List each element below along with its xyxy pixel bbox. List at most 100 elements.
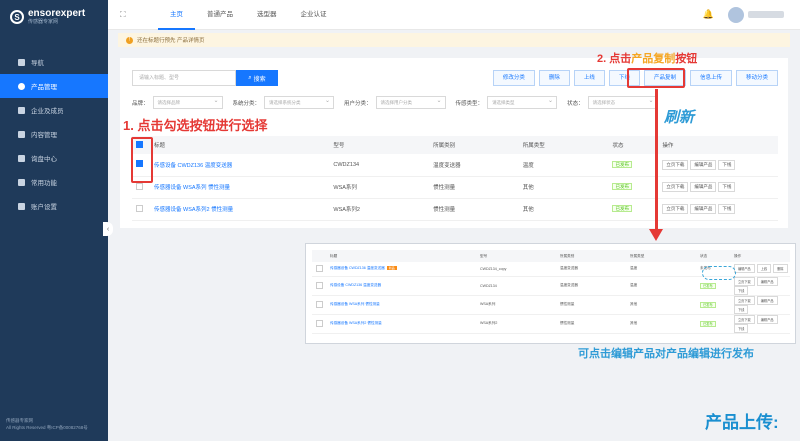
preview-op-button-1[interactable]: 编辑产品: [756, 295, 778, 305]
collapse-sidebar-icon[interactable]: ‹: [103, 222, 113, 236]
preview-op-button-1[interactable]: 上线: [756, 264, 772, 274]
preview-op-button-0[interactable]: 编辑产品: [734, 264, 755, 274]
filter-label: 传感类型：: [455, 100, 484, 107]
arrow-down-icon: [649, 229, 663, 241]
preview-op-button-1[interactable]: 编辑产品: [756, 314, 778, 324]
footer-line-1: 传感器专家网: [6, 418, 33, 423]
notice-text: 还在标题行预先 产品详情页: [137, 38, 205, 44]
info-icon: !: [126, 36, 133, 44]
filter-label: 系统分类：: [232, 100, 261, 107]
preview-op-button-1[interactable]: 编辑产品: [756, 276, 778, 286]
preview-op-button-0[interactable]: 立页下载: [734, 295, 755, 305]
sidebar-item-inquiry[interactable]: 询盘中心: [0, 146, 108, 170]
preview-title-cell[interactable]: 传感设备 CWDZ136 温度变送器: [326, 276, 476, 296]
preview-op-button-0[interactable]: 立页下载: [734, 276, 755, 286]
filter-select[interactable]: 请选择品牌: [152, 96, 223, 109]
username-blurred[interactable]: [748, 11, 784, 18]
preview-table: 标题 型号 所属类别 所属类型 状态 操作 传感器设备 CWDZ136 温度变送器 新品 CW…: [312, 250, 790, 334]
preview-op-button-2[interactable]: 删除: [773, 264, 788, 274]
preview-op-button-2[interactable]: 下线: [734, 304, 749, 314]
sidebar-item-home[interactable]: 导航: [0, 50, 108, 74]
filter-label: 品牌：: [132, 100, 149, 107]
filter-select[interactable]: 请选择类型: [487, 96, 558, 109]
product-title-link[interactable]: 传感器设备 WSA系列 惯性测量: [149, 176, 330, 199]
preview-op-button-2[interactable]: 下线: [734, 323, 749, 333]
filter-select[interactable]: 请选择系统分类: [264, 96, 335, 109]
search-button[interactable]: ⌕ 搜索: [236, 70, 278, 86]
preview-title-link[interactable]: 传感器设备 WSA系列2 惯性测量: [330, 321, 382, 325]
product-title-link[interactable]: 传感器设备 WSA系列2 惯性测量: [149, 198, 330, 221]
preview-title-cell[interactable]: 传感器设备 WSA系列 惯性测量: [326, 295, 476, 315]
row-checkbox[interactable]: [136, 182, 143, 190]
op-button-1[interactable]: 编辑产品: [690, 159, 717, 170]
settings-icon: [18, 202, 25, 210]
product-category: 惯性测量: [429, 198, 519, 221]
product-table: 标题 型号 所属类别 所属类型 状态 操作 传感设备 CWDZ136 温度变送器 CWDZ1…: [132, 136, 778, 221]
filter-select[interactable]: 请选择用户分类: [375, 96, 446, 109]
filter-label: 状态：: [567, 100, 584, 107]
op-button-0[interactable]: 立页下载: [662, 159, 689, 170]
sidebar: S ensorexpert 传感器专家网 导航 产品管理 企业及成员 内容管理 询盘中心…: [0, 0, 108, 441]
op-button-2[interactable]: 下线: [718, 182, 736, 192]
search-row: 请输入标题、型号 ⌕ 搜索: [132, 70, 278, 86]
preview-op-button-0[interactable]: 立页下载: [734, 314, 755, 324]
avatar[interactable]: [728, 7, 744, 23]
row-checkbox[interactable]: [136, 204, 143, 212]
bell-icon[interactable]: 🔔: [703, 9, 714, 20]
column-header: 所属类别: [429, 136, 519, 154]
preview-title-link[interactable]: 传感器设备 CWDZ136 温度变送器: [330, 266, 385, 270]
preview-table-header: 标题 型号 所属类别 所属类型 状态 操作: [312, 250, 790, 262]
op-button-1[interactable]: 编辑产品: [690, 204, 717, 214]
tab-0[interactable]: 主页: [158, 0, 195, 30]
ops-cell: 立页下载 编辑产品 下线: [658, 198, 778, 221]
preview-ops-cell: 立页下载 编辑产品下线: [730, 276, 790, 296]
preview-row-checkbox[interactable]: [316, 300, 323, 308]
sidebar-item-company[interactable]: 企业及成员: [0, 98, 108, 122]
product-model: CWDZ134: [329, 154, 430, 177]
edit-hint-annotation: 可点击编辑产品对产品编辑进行发布: [578, 348, 754, 360]
preview-status-cell: 已发布: [696, 295, 730, 315]
op-button-0[interactable]: 立页下载: [662, 204, 689, 214]
preview-category: 温度变送器: [556, 262, 626, 277]
preview-checkbox-cell: [312, 295, 326, 315]
sidebar-item-tools[interactable]: 常用功能: [0, 170, 108, 194]
filter-select[interactable]: 请选择状态: [587, 96, 658, 109]
op-button-0[interactable]: 立页下载: [662, 182, 689, 192]
sidebar-item-content[interactable]: 内容管理: [0, 122, 108, 146]
preview-title-cell[interactable]: 传感器设备 WSA系列2 惯性测量: [326, 314, 476, 334]
preview-type: 温度: [626, 276, 696, 296]
preview-title-link[interactable]: 传感设备 CWDZ136 温度变送器: [330, 283, 381, 287]
preview-column-header: 标题: [326, 250, 476, 262]
preview-model: WSA系列: [476, 295, 556, 315]
action-button-5[interactable]: 信息上传: [689, 70, 732, 86]
tab-3[interactable]: 企业认证: [289, 0, 339, 30]
preview-status: 已发布: [700, 283, 716, 289]
action-button-1[interactable]: 删除: [538, 70, 570, 86]
preview-ops-cell: 立页下载 编辑产品下线: [730, 314, 790, 334]
preview-title-cell[interactable]: 传感器设备 CWDZ136 温度变送器 新品: [326, 262, 476, 277]
preview-title-link[interactable]: 传感器设备 WSA系列 惯性测量: [330, 302, 380, 306]
fullscreen-icon[interactable]: ⛶: [120, 10, 138, 20]
sidebar-item-label: 询盘中心: [31, 156, 57, 163]
sidebar-item-product[interactable]: 产品管理: [0, 74, 108, 98]
preview-row-checkbox[interactable]: [316, 319, 323, 327]
op-button-2[interactable]: 下线: [718, 204, 736, 214]
preview-op-button-2[interactable]: 下线: [734, 285, 749, 295]
search-input[interactable]: 请输入标题、型号: [132, 70, 236, 86]
op-button-2[interactable]: 下线: [718, 159, 736, 170]
new-badge: 新品: [386, 266, 397, 271]
tab-2[interactable]: 选型器: [245, 0, 289, 30]
preview-row-checkbox[interactable]: [316, 264, 323, 272]
logo-subtitle: 传感器专家网: [28, 18, 59, 25]
search-button-label: 搜索: [253, 76, 266, 83]
product-title-link[interactable]: 传感设备 CWDZ136 温度变送器: [149, 154, 330, 177]
preview-row-checkbox[interactable]: [316, 281, 323, 289]
step2-annotation: 2. 点击产品复制按钮: [597, 50, 697, 66]
action-button-6[interactable]: 移动分类: [735, 70, 778, 86]
action-button-0[interactable]: 修改分类: [492, 70, 535, 86]
tab-1[interactable]: 普通产品: [195, 0, 245, 30]
edit-product-circle: [702, 266, 736, 280]
sidebar-item-settings[interactable]: 账户设置: [0, 194, 108, 218]
op-button-1[interactable]: 编辑产品: [690, 182, 717, 192]
action-button-2[interactable]: 上线: [573, 70, 605, 86]
